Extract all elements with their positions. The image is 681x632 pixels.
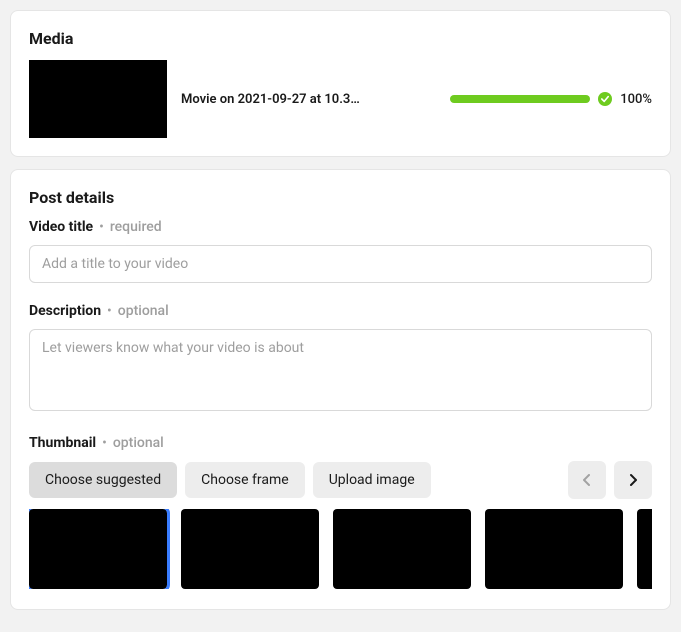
video-title-required: required: [110, 219, 162, 235]
video-title-label: Video title: [29, 219, 93, 235]
thumbnail-option[interactable]: [637, 509, 652, 589]
description-field: Description • optional: [29, 303, 652, 415]
thumbnail-option[interactable]: [485, 509, 623, 589]
thumbnail-option[interactable]: [181, 509, 319, 589]
label-separator: •: [107, 303, 112, 319]
label-separator: •: [99, 219, 104, 235]
upload-image-button[interactable]: Upload image: [313, 462, 431, 498]
check-circle-icon: [598, 92, 612, 106]
label-separator: •: [102, 435, 107, 451]
thumbnail-prev-button[interactable]: [568, 461, 606, 499]
thumbnail-label-row: Thumbnail • optional: [29, 435, 652, 451]
chevron-left-icon: [579, 472, 595, 488]
thumbnail-option[interactable]: [29, 509, 167, 589]
media-filename: Movie on 2021-09-27 at 10.3…: [181, 92, 361, 107]
description-label: Description: [29, 303, 101, 319]
video-title-label-row: Video title • required: [29, 219, 652, 235]
thumbnail-next-button[interactable]: [614, 461, 652, 499]
media-section-title: Media: [29, 29, 652, 48]
choose-frame-button[interactable]: Choose frame: [185, 462, 305, 498]
thumbnail-nav: [568, 461, 652, 499]
thumbnail-list: [29, 509, 652, 589]
choose-suggested-button[interactable]: Choose suggested: [29, 462, 177, 498]
video-title-input[interactable]: [29, 245, 652, 283]
video-title-field: Video title • required: [29, 219, 652, 283]
media-thumbnail[interactable]: [29, 60, 167, 138]
upload-progress-percent: 100%: [620, 92, 652, 107]
thumbnail-option[interactable]: [333, 509, 471, 589]
media-card: Media Movie on 2021-09-27 at 10.3… 100%: [10, 10, 671, 157]
description-input[interactable]: [29, 329, 652, 411]
thumbnail-field: Thumbnail • optional Choose suggested Ch…: [29, 435, 652, 589]
chevron-right-icon: [625, 472, 641, 488]
media-row: Movie on 2021-09-27 at 10.3… 100%: [29, 60, 652, 138]
upload-progress-bar: [450, 95, 590, 103]
post-details-title: Post details: [29, 188, 652, 207]
description-label-row: Description • optional: [29, 303, 652, 319]
thumbnail-actions-row: Choose suggested Choose frame Upload ima…: [29, 461, 652, 499]
description-optional: optional: [118, 303, 169, 319]
thumbnail-optional: optional: [113, 435, 164, 451]
post-details-card: Post details Video title • required Desc…: [10, 169, 671, 610]
upload-progress-wrap: 100%: [450, 92, 652, 107]
thumbnail-label: Thumbnail: [29, 435, 96, 451]
